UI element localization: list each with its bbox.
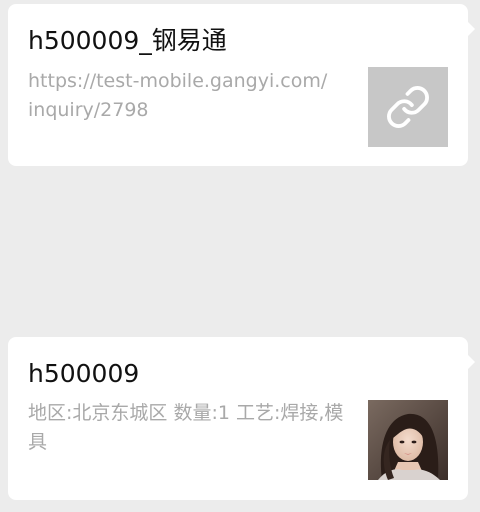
avatar-photo: [368, 400, 448, 480]
avatar: [368, 400, 448, 480]
message-description: 地区:北京东城区 数量:1 工艺:焊接,模具: [28, 402, 344, 453]
message-title: h500009_钢易通: [28, 26, 227, 55]
message-title: h500009: [28, 359, 140, 388]
link-thumbnail: [368, 67, 448, 147]
link-icon: [387, 86, 429, 128]
link-message-card[interactable]: h500009_钢易通 https://test-mobile.gangyi.c…: [8, 4, 475, 166]
message-url: https://test-mobile.gangyi.com/inquiry/2…: [28, 70, 328, 121]
inquiry-message-card[interactable]: h500009 地区:北京东城区 数量:1 工艺:焊接,模具: [8, 337, 475, 500]
